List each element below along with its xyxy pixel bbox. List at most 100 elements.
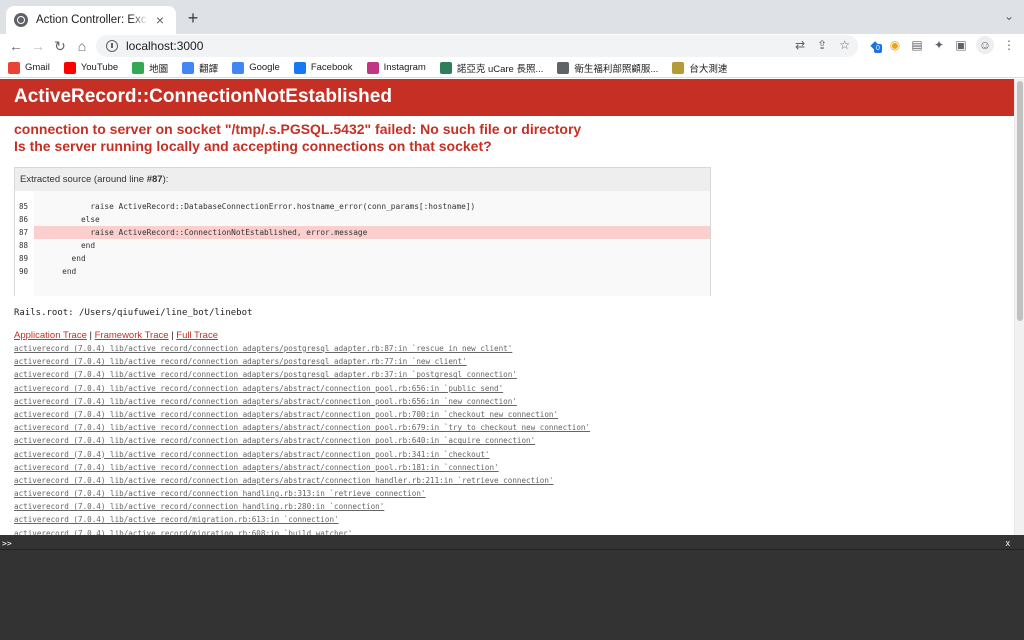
globe-icon (14, 13, 28, 27)
trace-line[interactable]: activerecord (7.0.4) lib/active_record/c… (14, 382, 1000, 395)
trace-line-text[interactable]: activerecord (7.0.4) lib/active_record/c… (14, 344, 512, 353)
bookmark-favicon-icon (672, 61, 685, 74)
trace-line-text[interactable]: activerecord (7.0.4) lib/active_record/c… (14, 476, 553, 485)
bookmark-favicon-icon (439, 61, 452, 74)
code-line: end (34, 254, 86, 263)
trace-line-text[interactable]: activerecord (7.0.4) lib/active_record/c… (14, 410, 558, 419)
code-lines: raise ActiveRecord::DatabaseConnectionEr… (34, 191, 710, 296)
extension-icon-3[interactable]: ▤ (908, 36, 926, 54)
site-info-icon[interactable] (106, 40, 118, 52)
bookmark-label: 衛生福利部照顧服... (574, 63, 659, 75)
source-title-suffix: ): (162, 174, 169, 185)
bookmark-item[interactable]: 諾亞克 uCare 長照... (439, 61, 543, 75)
source-title: Extracted source (around line #87): (15, 168, 710, 191)
scrollbar-thumb[interactable] (1017, 81, 1023, 321)
framework-trace-link[interactable]: Framework Trace (95, 330, 169, 341)
bookmark-item[interactable]: Gmail (8, 61, 50, 74)
extension-badge: 0 (874, 44, 882, 53)
side-panel-icon[interactable]: ▣ (952, 36, 970, 54)
tab-strip: Action Controller: Exception caught × + … (0, 0, 1024, 34)
line-number: 89 (19, 254, 29, 263)
error-header: ActiveRecord::ConnectionNotEstablished (0, 79, 1014, 116)
error-message-line-2: Is the server running locally and accept… (14, 138, 492, 154)
trace-line[interactable]: activerecord (7.0.4) lib/active_record/c… (14, 461, 1000, 474)
forward-button[interactable]: → (28, 36, 48, 56)
trace-separator: | (89, 330, 92, 341)
line-number: 86 (19, 215, 29, 224)
trace-line-text[interactable]: activerecord (7.0.4) lib/active_record/m… (14, 515, 339, 524)
bookmark-item[interactable]: Google (232, 61, 280, 74)
bookmark-item[interactable]: 地圖 (132, 61, 168, 75)
bookmark-item[interactable]: 衛生福利部照顧服... (557, 61, 658, 75)
share-icon[interactable]: ⇪ (817, 38, 827, 52)
trace-line[interactable]: activerecord (7.0.4) lib/active_record/c… (14, 434, 1000, 447)
trace-line[interactable]: activerecord (7.0.4) lib/active_record/c… (14, 474, 1000, 487)
extracted-source: Extracted source (around line #87): 85 86… (14, 167, 711, 296)
bookmark-item[interactable]: Instagram (366, 61, 426, 74)
application-trace-link[interactable]: Application Trace (14, 330, 87, 341)
trace-line[interactable]: activerecord (7.0.4) lib/active_record/c… (14, 448, 1000, 461)
bookmark-item[interactable]: 翻譯 (182, 61, 218, 75)
back-button[interactable]: ← (6, 36, 26, 56)
bookmarks-bar: Gmail YouTube 地圖 翻譯 Google Facebook Instagram 諾… (0, 58, 1024, 78)
menu-dots-icon[interactable]: ⋮ (1000, 36, 1018, 54)
bookmark-label: YouTube (80, 62, 119, 73)
console-close-button[interactable]: x (1006, 538, 1011, 548)
trace-line[interactable]: activerecord (7.0.4) lib/active_record/m… (14, 527, 1000, 535)
trace-line[interactable]: activerecord (7.0.4) lib/active_record/c… (14, 342, 1000, 355)
extension-icon-1[interactable]: ◆0 (866, 36, 884, 54)
trace-line-text[interactable]: activerecord (7.0.4) lib/active_record/c… (14, 357, 467, 366)
tab-active[interactable]: Action Controller: Exception caught × (6, 6, 176, 34)
trace-line[interactable]: activerecord (7.0.4) lib/active_record/c… (14, 355, 1000, 368)
translate-icon[interactable]: ⇄ (795, 38, 805, 52)
trace-line[interactable]: activerecord (7.0.4) lib/active_record/c… (14, 421, 1000, 434)
bookmark-favicon-icon (132, 61, 145, 74)
trace-line[interactable]: activerecord (7.0.4) lib/active_record/c… (14, 408, 1000, 421)
bookmark-item[interactable]: 台大測速 (672, 61, 727, 75)
trace-line-text[interactable]: activerecord (7.0.4) lib/active_record/c… (14, 436, 535, 445)
source-title-line: #87 (146, 174, 163, 185)
new-tab-button[interactable]: + (182, 8, 204, 30)
trace-line-text[interactable]: activerecord (7.0.4) lib/active_record/c… (14, 397, 517, 406)
bookmark-favicon-icon (293, 61, 306, 74)
avatar[interactable]: ☺ (976, 36, 994, 54)
reload-button[interactable]: ↻ (50, 36, 70, 56)
source-code: 85 86 87 88 89 90 raise ActiveRecord::Databas… (15, 191, 710, 296)
close-tab-icon[interactable]: × (152, 12, 168, 28)
bookmark-item[interactable]: YouTube (63, 61, 119, 74)
home-button[interactable]: ⌂ (72, 36, 92, 56)
trace-line-text[interactable]: activerecord (7.0.4) lib/active_record/c… (14, 489, 425, 498)
bookmark-label: Google (249, 62, 280, 73)
trace-line-text[interactable]: activerecord (7.0.4) lib/active_record/c… (14, 450, 489, 459)
bookmark-favicon-icon (557, 61, 570, 74)
tab-search-chevron-icon[interactable]: ⌄ (1004, 9, 1014, 23)
code-line-highlighted: raise ActiveRecord::ConnectionNotEstabli… (34, 226, 710, 239)
trace-line-text[interactable]: activerecord (7.0.4) lib/active_record/c… (14, 370, 517, 379)
trace-line[interactable]: activerecord (7.0.4) lib/active_record/c… (14, 500, 1000, 513)
trace-line[interactable]: activerecord (7.0.4) lib/active_record/m… (14, 513, 1000, 526)
address-bar[interactable]: localhost:3000 ⇄ ⇪ ☆ (96, 35, 858, 57)
bookmark-label: 翻譯 (199, 63, 219, 75)
error-message: connection to server on socket "/tmp/.s.… (0, 116, 1014, 155)
page-scrollbar[interactable] (1014, 79, 1024, 535)
bookmark-item[interactable]: Facebook (293, 61, 353, 74)
trace-links: Application Trace | Framework Trace | Fu… (14, 330, 1000, 341)
trace-line-text[interactable]: activerecord (7.0.4) lib/active_record/c… (14, 423, 590, 432)
trace-line-text[interactable]: activerecord (7.0.4) lib/active_record/c… (14, 463, 499, 472)
bookmark-label: 地圖 (149, 63, 169, 75)
trace-line[interactable]: activerecord (7.0.4) lib/active_record/c… (14, 487, 1000, 500)
bookmark-star-icon[interactable]: ☆ (839, 38, 850, 52)
trace-line-text[interactable]: activerecord (7.0.4) lib/active_record/c… (14, 384, 503, 393)
trace-line-text[interactable]: activerecord (7.0.4) lib/active_record/c… (14, 502, 384, 511)
extensions-puzzle-icon[interactable]: ✦ (930, 36, 948, 54)
trace-line[interactable]: activerecord (7.0.4) lib/active_record/c… (14, 395, 1000, 408)
extension-icon-2[interactable]: ◉ (886, 36, 904, 54)
console-prompt[interactable]: >> (2, 539, 12, 548)
console-divider (0, 549, 1024, 550)
web-console[interactable]: >> x (0, 535, 1024, 640)
page-content: ActiveRecord::ConnectionNotEstablished c… (0, 79, 1014, 535)
line-number: 88 (19, 241, 29, 250)
code-line: raise ActiveRecord::DatabaseConnectionEr… (34, 202, 476, 211)
trace-line[interactable]: activerecord (7.0.4) lib/active_record/c… (14, 368, 1000, 381)
full-trace-link[interactable]: Full Trace (176, 330, 218, 341)
